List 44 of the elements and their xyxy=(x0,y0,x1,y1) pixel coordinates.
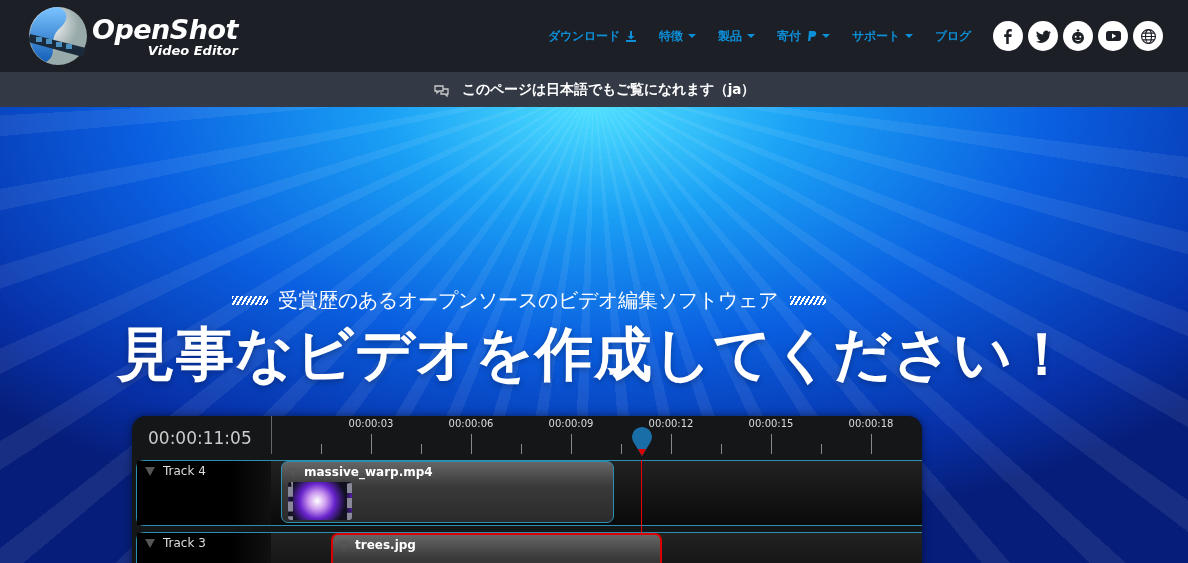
nav-link[interactable]: 寄付 xyxy=(777,27,830,45)
ruler-label: 00:00:12 xyxy=(648,418,694,429)
timeline-clip[interactable]: trees.jpg xyxy=(331,533,662,563)
ruler-label: 00:00:09 xyxy=(548,418,594,429)
globe-icon xyxy=(1140,28,1156,44)
track-name: Track 3 xyxy=(163,536,206,552)
paypal-icon xyxy=(806,30,817,42)
social-button[interactable] xyxy=(1063,21,1093,51)
logo-tagline: Video Editor xyxy=(147,43,238,57)
nav-link[interactable]: ブログ xyxy=(935,27,971,45)
collapse-arrow-icon[interactable] xyxy=(145,467,155,476)
nav-link[interactable]: 特徴 xyxy=(659,27,696,45)
ruler-label: 00:00:06 xyxy=(448,418,494,429)
facebook-icon xyxy=(1004,28,1012,44)
logo-icon xyxy=(26,4,90,68)
download-icon xyxy=(625,30,637,42)
ruler-label: 00:00:18 xyxy=(848,418,894,429)
hero-subtitle: 受賞歴のあるオープンソースのビデオ編集ソフトウェア xyxy=(278,287,778,314)
play-icon xyxy=(1105,31,1121,41)
logo-text: OpenShot xyxy=(92,15,238,43)
hero-headline: 見事なビデオを作成してください！ xyxy=(116,319,1072,390)
collapse-arrow-icon[interactable] xyxy=(145,539,155,548)
chat-icon xyxy=(432,82,450,97)
language-notice[interactable]: このページは日本語でもご覧になれます（ja） xyxy=(461,80,756,99)
ruler-label: 00:00:15 xyxy=(748,418,794,429)
nav-link[interactable]: 製品 xyxy=(718,27,755,45)
playhead-icon[interactable] xyxy=(631,426,653,456)
social-button[interactable] xyxy=(1028,21,1058,51)
hatch-mark xyxy=(790,296,826,305)
clip-name: massive_warp.mp4 xyxy=(304,465,433,479)
hatch-mark xyxy=(232,296,268,305)
social-button[interactable] xyxy=(993,21,1023,51)
timeline-clip[interactable]: massive_warp.mp4 xyxy=(281,461,614,523)
reddit-icon xyxy=(1072,28,1084,44)
nav-link[interactable]: サポート xyxy=(852,27,913,45)
nav-link[interactable]: ダウンロード xyxy=(548,27,637,45)
social-button[interactable] xyxy=(1098,21,1128,51)
clip-name: trees.jpg xyxy=(355,538,416,552)
track-name: Track 4 xyxy=(163,464,206,480)
language-button[interactable] xyxy=(1133,21,1163,51)
ruler-label: 00:00:03 xyxy=(348,418,394,429)
video-thumbnail xyxy=(288,482,352,520)
bird-icon xyxy=(1035,29,1051,43)
timecode: 00:00:11:05 xyxy=(147,427,253,450)
